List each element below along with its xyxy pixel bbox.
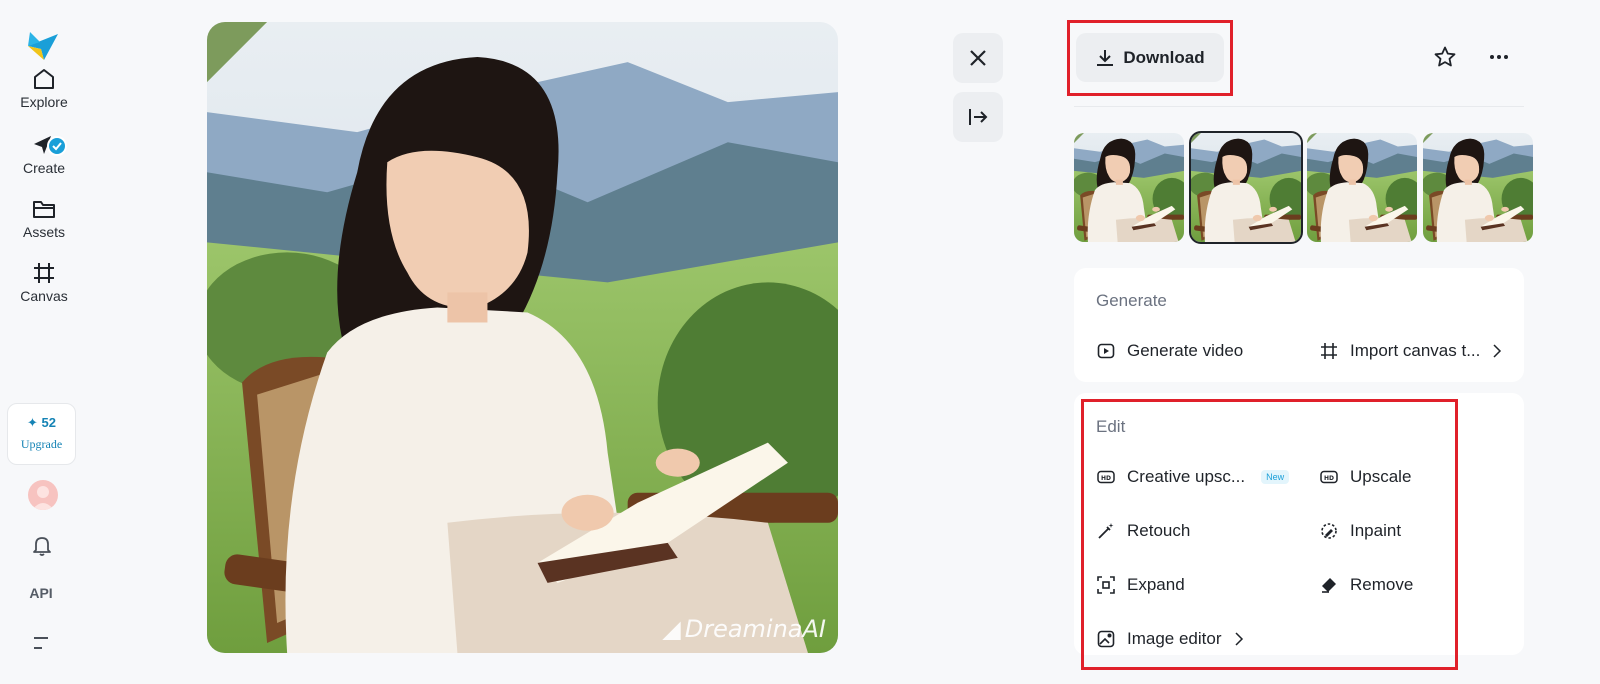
- generate-video-label: Generate video: [1127, 341, 1244, 360]
- home-icon: [34, 69, 54, 89]
- download-highlight-box: [1067, 20, 1233, 96]
- more-options-button[interactable]: [1484, 42, 1514, 72]
- thumbnail-3[interactable]: [1307, 133, 1417, 242]
- bell-icon[interactable]: [30, 533, 54, 557]
- upgrade-button[interactable]: ✦ 52 Upgrade: [7, 403, 76, 465]
- watermark: ◢ DreaminaAI: [662, 615, 826, 643]
- favorite-button[interactable]: [1430, 42, 1460, 72]
- dreamina-logo[interactable]: [26, 30, 60, 64]
- credits-count: ✦ 52: [8, 415, 75, 431]
- upgrade-label: Upgrade: [20, 437, 63, 451]
- collapse-panel-button[interactable]: [953, 92, 1003, 142]
- nav-explore-label: Explore: [20, 94, 68, 110]
- left-sidebar: Explore Create Assets Canvas ✦ 52 Upgrad…: [0, 0, 88, 684]
- nav-assets-label: Assets: [22, 224, 65, 240]
- credits-value: 52: [41, 415, 56, 430]
- panel-divider: [1074, 106, 1524, 107]
- check-badge-icon: [47, 136, 67, 156]
- watermark-logo-icon: ◢: [662, 615, 681, 643]
- nav-explore[interactable]: Explore: [0, 66, 88, 110]
- close-icon: [970, 50, 986, 66]
- nav-assets[interactable]: Assets: [0, 196, 88, 240]
- arrow-right-to-line-icon: [969, 109, 988, 125]
- play-icon: [1097, 343, 1115, 359]
- edit-highlight-box: [1081, 399, 1458, 670]
- nav-create[interactable]: Create: [0, 132, 88, 176]
- generate-card: [1074, 268, 1524, 382]
- nav-canvas-label: Canvas: [20, 288, 68, 304]
- generate-video-button[interactable]: Generate video: [1097, 341, 1243, 361]
- canvas-icon: [1321, 343, 1337, 359]
- import-canvas-label: Import canvas t...: [1350, 341, 1481, 360]
- star-icon: [1434, 46, 1456, 67]
- close-button[interactable]: [953, 33, 1003, 83]
- thumbnail-4[interactable]: [1423, 133, 1533, 242]
- more-horizontal-icon: [1490, 55, 1508, 59]
- api-link[interactable]: API: [0, 585, 82, 601]
- menu-icon[interactable]: [32, 635, 52, 651]
- watermark-text: DreaminaAI: [684, 615, 826, 643]
- chevron-right-icon: [1493, 344, 1502, 358]
- image-illustration: [207, 22, 838, 653]
- avatar[interactable]: [28, 480, 58, 510]
- sparkle-icon: ✦: [27, 415, 38, 430]
- generated-image[interactable]: ◢ DreaminaAI: [207, 22, 838, 653]
- nav-canvas[interactable]: Canvas: [0, 260, 88, 304]
- folder-icon: [33, 201, 55, 218]
- thumbnail-1[interactable]: [1074, 133, 1184, 242]
- import-canvas-button[interactable]: Import canvas t...: [1320, 341, 1502, 361]
- thumbnail-2[interactable]: [1189, 131, 1303, 244]
- canvas-icon: [34, 263, 54, 283]
- generate-title: Generate: [1096, 291, 1167, 310]
- nav-create-label: Create: [22, 160, 66, 176]
